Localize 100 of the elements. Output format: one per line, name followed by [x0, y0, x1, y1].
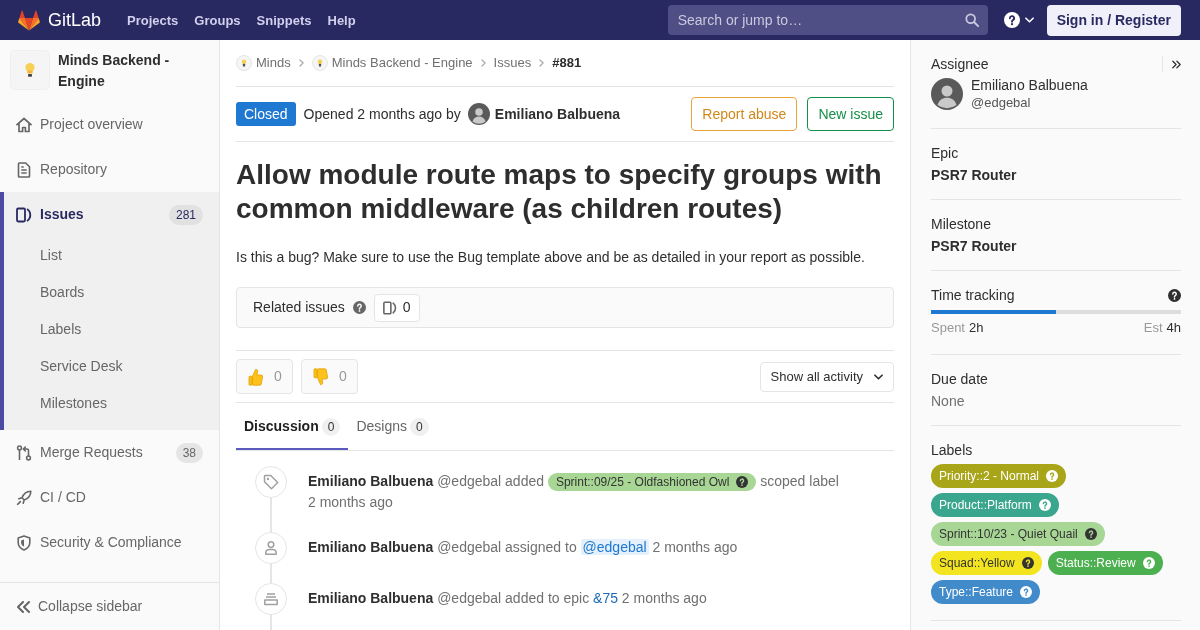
user-handle: @edgebal: [437, 590, 502, 606]
issue-meta-text: Opened 2 months ago by: [303, 104, 461, 124]
event-action: scoped label: [760, 473, 839, 489]
breadcrumb-link[interactable]: Issues: [493, 53, 532, 73]
issues-icon: [16, 206, 32, 223]
label-tag[interactable]: Squad::Yellow: [931, 551, 1042, 575]
chevron-right-icon: [298, 59, 304, 67]
help-icon: [1084, 528, 1097, 540]
chevron-right-icon: [539, 59, 545, 67]
section-value[interactable]: PSR7 Router: [931, 235, 1181, 257]
label-tag[interactable]: Sprint::09/25 - Oldfashioned Owl: [547, 473, 757, 492]
lightbulb-icon: [10, 50, 50, 90]
avatar-icon: [931, 78, 963, 110]
home-icon: [16, 116, 32, 133]
double-chevron-right-icon: [1172, 59, 1181, 69]
nav-link[interactable]: Help: [327, 13, 356, 27]
collapse-sidebar-button[interactable]: [1162, 56, 1181, 72]
count-badge: 38: [175, 442, 203, 463]
section-value: None: [931, 392, 966, 411]
section-title: Due date: [931, 370, 988, 389]
help-icon[interactable]: [1168, 288, 1181, 302]
chevron-down-icon: [874, 373, 883, 380]
section-title: Epic: [931, 144, 959, 163]
thumbs-up-icon: [248, 367, 264, 386]
double-chevron-left-icon: [16, 600, 30, 613]
count-badge: 0: [321, 417, 341, 436]
sidebar-subitem[interactable]: List: [4, 237, 219, 274]
help-icon: [1142, 557, 1155, 569]
time-estimate-label: Est: [1143, 319, 1163, 337]
tanuki-logo-icon: [18, 9, 40, 31]
label-tag[interactable]: Sprint::10/23 - Quiet Quail: [931, 522, 1105, 546]
author-link[interactable]: Emiliano Balbuena: [308, 590, 434, 606]
search-icon: [964, 13, 979, 27]
epic-reference-link[interactable]: &75: [593, 590, 618, 606]
event-time: 2 months ago: [621, 590, 707, 606]
event-time: 2 months ago: [652, 539, 738, 555]
thumbs-down-icon: [313, 367, 329, 386]
breadcrumb-link[interactable]: Minds: [236, 53, 291, 73]
author-link[interactable]: Emiliano Balbuena: [494, 103, 621, 125]
chevron-right-icon: [480, 59, 486, 67]
assignee-name[interactable]: Emiliano Balbuena: [971, 76, 1088, 94]
user-handle: @edgebal: [971, 94, 1032, 112]
author-link[interactable]: Emiliano Balbuena: [308, 473, 434, 489]
avatar-icon: [467, 103, 490, 125]
nav-link[interactable]: Projects: [127, 13, 179, 27]
activity-filter-dropdown[interactable]: Show all activity: [759, 361, 894, 392]
sign-in-button[interactable]: Sign in / Register: [1046, 4, 1181, 36]
lightbulb-icon: [236, 55, 252, 71]
chevron-down-icon: [1024, 17, 1034, 23]
help-icon: [1021, 557, 1034, 569]
count-badge: 281: [168, 204, 203, 225]
issue-title: Allow module route maps to specify groups with common middleware (as children routes): [236, 158, 883, 226]
breadcrumb-link[interactable]: Minds Backend - Engine: [311, 53, 473, 73]
section-title: Labels: [931, 441, 973, 460]
label-tag[interactable]: Product::Platform: [931, 493, 1059, 517]
help-icon: [1003, 12, 1020, 28]
section-title: Assignee: [931, 55, 989, 74]
nav-link[interactable]: Snippets: [256, 13, 312, 27]
issue-description: Is this a bug? Make sure to use the Bug template above and be as detailed in your report as possible.: [236, 248, 866, 267]
header-button[interactable]: New issue: [807, 97, 894, 131]
nav-link[interactable]: Groups: [194, 13, 241, 27]
help-icon: [1046, 470, 1058, 482]
time-spent-value: 2h: [969, 319, 984, 337]
rocket-icon: [16, 489, 32, 506]
panel-title: Related issues: [253, 298, 345, 317]
sidebar-subitem[interactable]: Milestones: [4, 385, 219, 422]
author-link[interactable]: Emiliano Balbuena: [308, 539, 434, 555]
header-button[interactable]: Report abuse: [691, 97, 798, 131]
sidebar-item[interactable]: CI / CD: [0, 475, 219, 520]
help-dropdown[interactable]: [1003, 12, 1034, 28]
project-name[interactable]: Minds Backend - Engine: [58, 50, 207, 92]
tab[interactable]: Designs 0: [348, 403, 437, 450]
event-action: added to epic: [505, 590, 590, 606]
sidebar-item[interactable]: Repository: [0, 147, 219, 192]
sidebar-item[interactable]: Security & Compliance: [0, 520, 219, 565]
event-action: assigned to: [505, 539, 577, 555]
count-badge: 0: [410, 417, 429, 436]
gitlab-home-link[interactable]: GitLab: [18, 9, 102, 31]
sidebar-subitem[interactable]: Service Desk: [4, 348, 219, 385]
sidebar-subitem[interactable]: Boards: [4, 274, 219, 311]
label-tag[interactable]: Type::Feature: [931, 580, 1041, 604]
section-title: Milestone: [931, 215, 991, 234]
document-icon: [16, 161, 32, 178]
sidebar-item[interactable]: Merge Requests 38: [0, 430, 219, 475]
user-mention-link[interactable]: @edgebal: [580, 539, 649, 555]
collapse-sidebar-button[interactable]: Collapse sidebar: [0, 582, 219, 630]
search-field[interactable]: Search or jump to…: [667, 5, 988, 35]
event-time: 2 months ago: [308, 494, 393, 510]
user-handle: @edgebal: [437, 473, 502, 489]
section-value[interactable]: PSR7 Router: [931, 164, 1181, 186]
sidebar-subitem[interactable]: Labels: [4, 311, 219, 348]
lightbulb-icon: [311, 55, 328, 71]
tab[interactable]: Discussion 0: [236, 403, 349, 450]
related-issues-count[interactable]: 0: [373, 293, 420, 322]
shield-icon: [16, 534, 32, 551]
breadcrumb-link[interactable]: #881: [552, 53, 582, 73]
issues-icon: [382, 300, 397, 315]
sidebar-item[interactable]: Issues 281: [4, 192, 219, 237]
help-icon: [1020, 586, 1033, 598]
sidebar-item[interactable]: Project overview: [0, 102, 219, 147]
